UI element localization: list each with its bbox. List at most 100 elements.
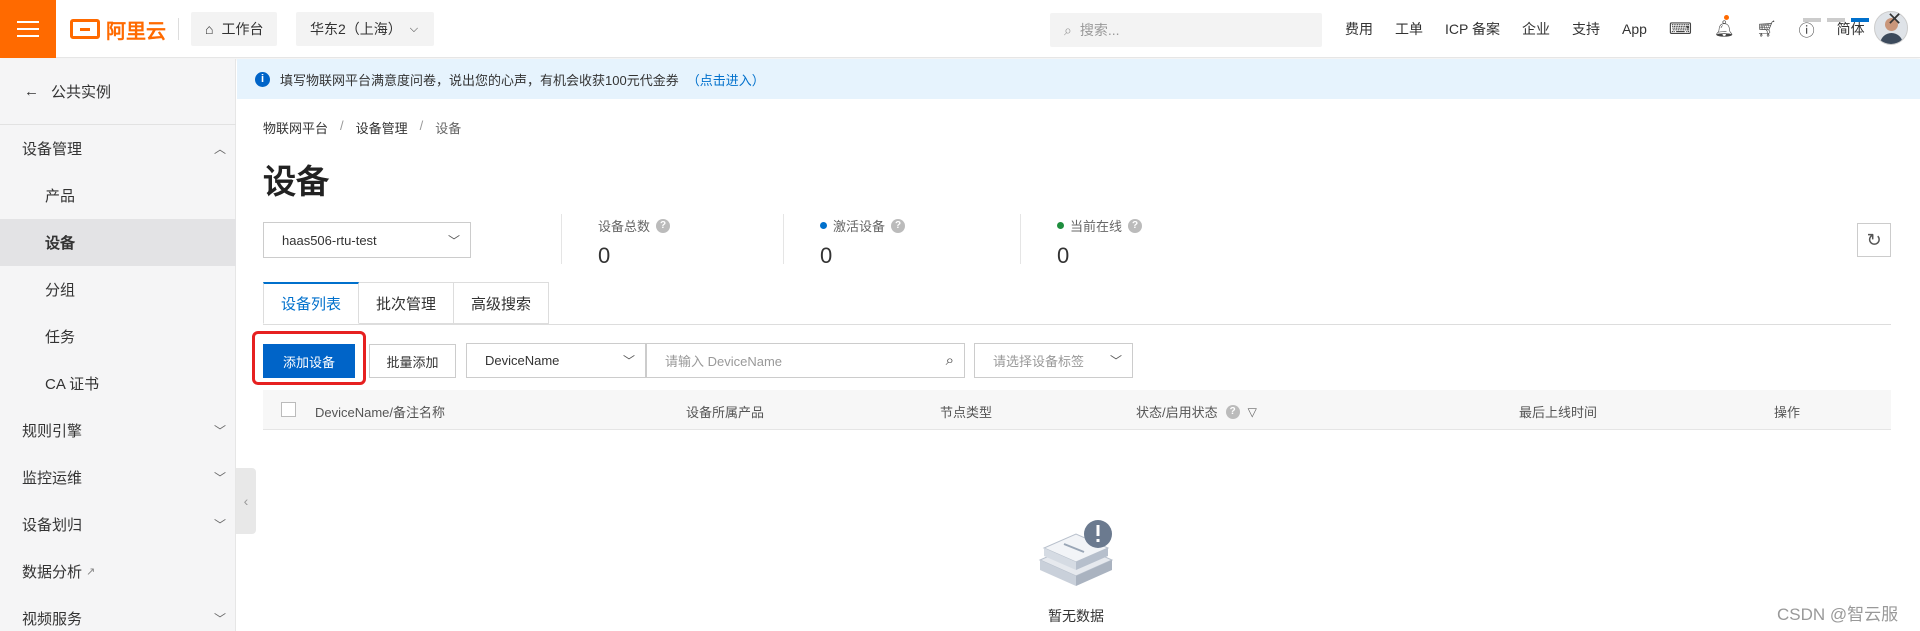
chevron-left-icon: ‹ [243,493,249,509]
select-all-checkbox[interactable] [281,402,296,417]
stat-activated-devices: 激活设备 ? 0 [820,216,906,269]
sidebar-item-monitoring[interactable]: 监控运维 ﹀ [0,454,236,501]
sidebar-item-label: 数据分析 [22,564,83,581]
stat-divider [783,214,784,264]
tab-device-list[interactable]: 设备列表 [263,282,360,324]
device-search-input[interactable]: 请输入 DeviceName ⌕ [646,343,965,378]
sidebar-item-ca-cert[interactable]: CA 证书 [0,360,236,407]
search-placeholder: 搜索... [1079,22,1120,38]
sidebar-item-label: 产品 [45,188,76,205]
search-field-select[interactable]: DeviceName ﹀ [466,343,646,378]
product-select-value: haas506-rtu-test [282,232,377,248]
sidebar-collapse-handle[interactable]: ‹ [236,468,256,534]
chevron-down-icon: ﹀ [1109,354,1122,368]
device-tag-placeholder: 请选择设备标签 [993,354,1085,369]
filter-icon[interactable]: ▽ [1248,405,1257,419]
stat-label: 设备总数 [598,219,651,234]
sidebar-item-groups[interactable]: 分组 [0,266,236,313]
help-icon[interactable]: ? [1128,218,1143,233]
help-icon[interactable]: ? [891,218,906,233]
column-label: DeviceName/备注名称 [315,405,446,420]
chevron-down-icon: ﹀ [447,233,460,248]
sidebar-item-devices[interactable]: 设备 [0,219,236,266]
sidebar-item-device-assignment[interactable]: 设备划归 ﹀ [0,501,236,548]
breadcrumb-iot-platform[interactable]: 物联网平台 [263,118,328,137]
device-search-placeholder: 请输入 DeviceName [665,354,783,369]
refresh-icon: ↻ [1866,229,1882,250]
batch-add-button[interactable]: 批量添加 [369,344,456,378]
sidebar-item-device-management[interactable]: 设备管理 ︿ [0,125,236,172]
status-dot-blue [820,222,827,229]
stat-label-row: 激活设备 ? [820,216,906,235]
device-tag-select[interactable]: 请选择设备标签 ﹀ [974,343,1133,378]
chevron-down-icon: ﹀ [622,354,635,368]
aliyun-logo-icon [70,19,100,39]
empty-state-text: 暂无数据 [1048,608,1104,624]
terminal-icon[interactable]: ⌨ [1669,19,1692,39]
header-divider [178,18,179,40]
sidebar-item-rule-engine[interactable]: 规则引擎 ﹀ [0,407,236,454]
tab-batch-management[interactable]: 批次管理 [359,282,455,324]
menu-icon[interactable] [0,0,56,58]
pager-dot[interactable] [1803,18,1821,22]
stat-label: 当前在线 [1070,219,1123,234]
stat-divider [561,214,562,264]
stat-online-devices: 当前在线 ? 0 [1057,216,1143,269]
nav-link-fees[interactable]: 费用 [1345,19,1373,39]
notice-link[interactable]: （点击进入） [687,70,765,89]
page-title: 设备 [263,163,329,200]
column-header-devicename: DeviceName/备注名称 [315,402,445,421]
nav-link-app[interactable]: App [1622,21,1647,37]
nav-link-enterprise[interactable]: 企业 [1522,19,1550,39]
column-header-actions: 操作 [1774,402,1800,421]
sidebar-item-label: 设备 [45,235,76,252]
chevron-down-icon: ﹀ [213,612,226,626]
bell-icon[interactable]: 🔔︎ [1714,19,1734,39]
close-icon[interactable]: ✕ [1887,9,1902,30]
notice-text: 填写物联网平台满意度问卷，说出您的心声，有机会收获100元代金券 [280,72,679,88]
chevron-down-icon: ﹀ [213,518,226,532]
column-header-last-online: 最后上线时间 [1519,402,1597,421]
back-to-public-instance[interactable]: ← 公共实例 [24,81,111,102]
sidebar-item-label: 设备管理 [22,141,83,158]
global-search-input[interactable]: ⌕ 搜索... [1050,13,1322,47]
sidebar: ← 公共实例 设备管理 ︿ 产品 设备 分组 任务 CA 证书 规则引擎 ﹀ 监… [0,59,236,631]
stat-label: 激活设备 [833,219,886,234]
sidebar-item-label: 任务 [45,329,76,346]
sidebar-item-tasks[interactable]: 任务 [0,313,236,360]
pager-dot-active[interactable] [1851,18,1869,22]
column-header-node-type: 节点类型 [940,402,992,421]
stat-label-row: 设备总数 ? [598,216,671,235]
product-select[interactable]: haas506-rtu-test ﹀ [263,222,471,258]
sidebar-item-label: CA 证书 [45,376,100,393]
annotation-highlight-box [252,331,366,385]
language-switch[interactable]: 简体 [1837,19,1865,39]
sidebar-item-label: 设备划归 [22,517,83,534]
brand-logo[interactable]: 阿里云 [70,16,166,43]
region-selector[interactable]: 华东2（上海） ⌵ [296,12,435,46]
watermark: CSDN @智云服 [1777,605,1899,624]
nav-link-icp[interactable]: ICP 备案 [1445,19,1500,39]
brand-name: 阿里云 [106,20,166,43]
pager-dot[interactable] [1827,18,1845,22]
search-icon[interactable]: ⌕ [946,352,954,369]
sidebar-item-data-analysis[interactable]: 数据分析 ↗ [0,548,236,595]
breadcrumb-device-management[interactable]: 设备管理 [356,118,408,137]
external-link-icon: ↗ [86,566,96,578]
nav-link-support[interactable]: 支持 [1572,19,1600,39]
refresh-button[interactable]: ↻ [1857,223,1891,257]
tabs-underline [263,324,1891,325]
column-label: 操作 [1774,405,1801,420]
back-label: 公共实例 [51,84,112,101]
help-icon[interactable]: ? [1225,404,1240,419]
tab-advanced-search[interactable]: 高级搜索 [454,282,550,324]
workbench-button[interactable]: ⌂ 工作台 [191,12,278,46]
top-nav: 费用 工单 ICP 备案 企业 支持 App ⌨ 🔔︎ 🛒︎ ⓘ 简体 [1345,0,1865,58]
cart-icon[interactable]: 🛒︎ [1756,19,1776,39]
help-icon[interactable]: ? [656,218,671,233]
notice-pager[interactable] [1803,18,1869,22]
stat-divider [1020,214,1021,264]
sidebar-item-video-service[interactable]: 视频服务 ﹀ [0,595,236,631]
nav-link-tickets[interactable]: 工单 [1395,19,1423,39]
sidebar-item-products[interactable]: 产品 [0,172,236,219]
